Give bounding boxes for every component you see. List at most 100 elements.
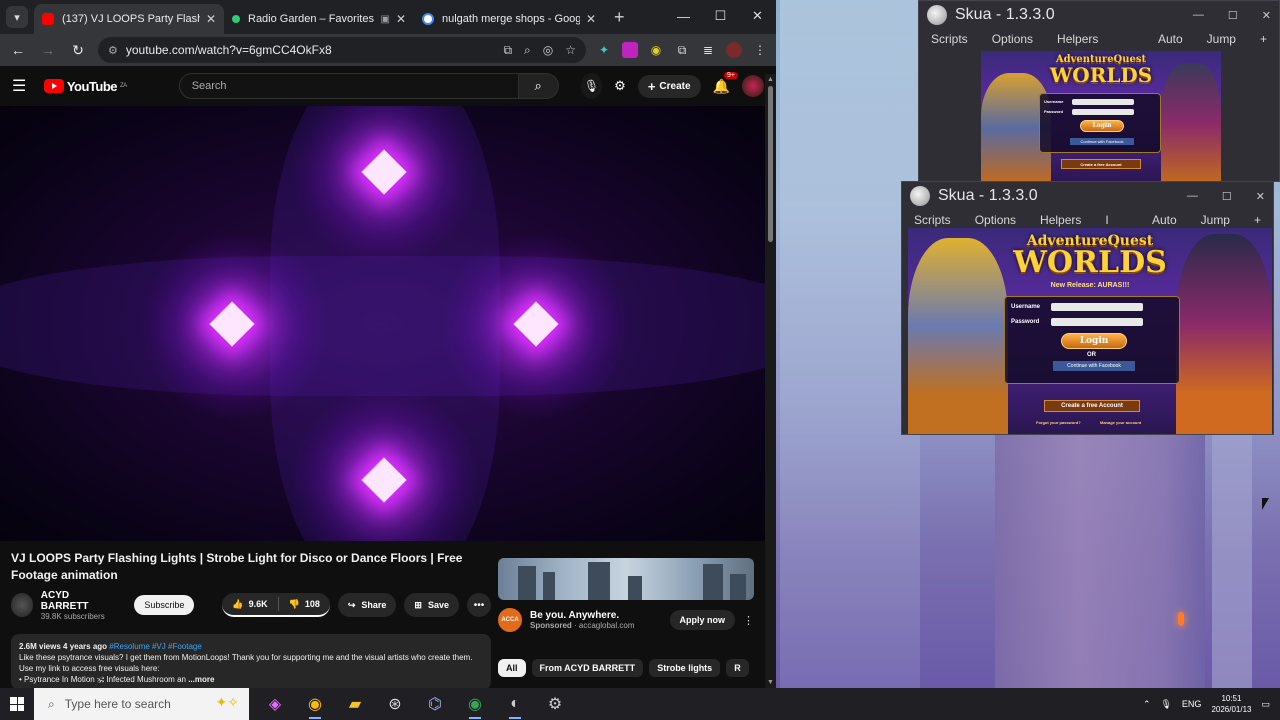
start-button[interactable] xyxy=(0,688,34,720)
skua-window-front[interactable]: Skua - 1.3.3.0 — ☐ ✕ Scripts Options Hel… xyxy=(901,181,1274,435)
settings-gear-icon[interactable]: ⚙ xyxy=(535,688,575,720)
extension-icon[interactable]: ✦ xyxy=(596,42,612,58)
search-input[interactable]: Search xyxy=(178,73,519,99)
close-tab-icon[interactable]: ✕ xyxy=(206,12,216,26)
steam-icon[interactable]: ⊛ xyxy=(375,688,415,720)
menu-add[interactable]: + xyxy=(1254,213,1261,227)
manage-account-link[interactable]: Manage your account xyxy=(1100,420,1141,425)
taskbar-search-box[interactable]: ⌕ Type here to search ✦✧ xyxy=(34,688,249,720)
username-field[interactable] xyxy=(1072,99,1134,105)
extension-icon[interactable] xyxy=(622,42,638,58)
zoom-icon[interactable]: ⌕ xyxy=(524,43,531,58)
maximize-icon[interactable]: ☐ xyxy=(702,0,739,32)
maximize-icon[interactable]: ☐ xyxy=(1222,190,1232,203)
ad-menu-kebab-icon[interactable]: ⋮ xyxy=(743,614,754,627)
facebook-login-button[interactable]: Continue with Facebook xyxy=(1070,138,1134,145)
menu-options[interactable]: Options xyxy=(992,32,1033,46)
tab-google[interactable]: nulgath merge shops - Google ✕ xyxy=(414,4,604,34)
like-button[interactable]: 👍 9.6K xyxy=(222,599,277,610)
create-button[interactable]: + Create xyxy=(637,74,701,98)
ad-banner-image[interactable] xyxy=(498,558,754,600)
bookmark-star-icon[interactable]: ☆ xyxy=(565,43,576,58)
menu-helpers[interactable]: Helpers xyxy=(1057,32,1098,46)
chip-related[interactable]: R xyxy=(726,659,749,677)
chrome-profile-icon[interactable]: ◉ xyxy=(455,688,495,720)
back-icon[interactable]: ← xyxy=(8,42,28,58)
apply-now-button[interactable]: Apply now xyxy=(669,610,735,630)
chip-from-channel[interactable]: From ACYD BARRETT xyxy=(531,659,644,677)
skua-window-back[interactable]: Skua - 1.3.3.0 — ☐ ✕ Scripts Options Hel… xyxy=(918,0,1280,182)
menu-jump[interactable]: Jump xyxy=(1207,32,1236,46)
notifications-button[interactable]: 🔔 9+ xyxy=(713,71,738,95)
address-bar[interactable]: ⚙ youtube.com/watch?v=6gmCC4OkFx8 ⧉ ⌕ ◎ … xyxy=(98,37,586,63)
hamburger-menu-icon[interactable]: ☰ xyxy=(12,76,32,96)
site-info-icon[interactable]: ⚙ xyxy=(108,44,118,57)
channel-name[interactable]: ACYD BARRETT xyxy=(41,590,113,612)
settings-gear-icon[interactable]: ⚙ xyxy=(614,78,626,94)
new-tab-icon[interactable]: + xyxy=(614,7,625,28)
page-scrollbar[interactable]: ▲ ▼ xyxy=(765,74,776,688)
skua-title-bar[interactable]: Skua - 1.3.3.0 — ☐ ✕ xyxy=(919,1,1279,29)
media-controls-icon[interactable]: ≣ xyxy=(700,42,716,58)
video-description[interactable]: 2.6M views 4 years ago #Resolume #VJ #Fo… xyxy=(11,634,491,688)
hashtags[interactable]: #Resolume #VJ #Footage xyxy=(109,642,202,651)
more-actions-button[interactable]: ••• xyxy=(467,593,491,617)
menu-kebab-icon[interactable]: ⋮ xyxy=(752,42,768,58)
chip-strobe-lights[interactable]: Strobe lights xyxy=(649,659,721,677)
menu-auto[interactable]: Auto xyxy=(1152,213,1177,227)
extensions-puzzle-icon[interactable]: ⧉ xyxy=(674,42,690,58)
chip-all[interactable]: All xyxy=(498,659,526,677)
sponsored-ad[interactable]: ACCA Be you. Anywhere. Sponsored · accag… xyxy=(498,558,754,640)
menu-jump[interactable]: Jump xyxy=(1201,213,1230,227)
close-tab-icon[interactable]: ✕ xyxy=(586,12,596,26)
minimize-icon[interactable]: — xyxy=(665,0,702,32)
password-field[interactable] xyxy=(1051,318,1143,326)
file-explorer-icon[interactable]: ▰ xyxy=(335,688,375,720)
facebook-login-button[interactable]: Continue with Facebook xyxy=(1053,361,1135,371)
minimize-icon[interactable]: — xyxy=(1193,9,1204,22)
extension-icon[interactable]: ◉ xyxy=(648,42,664,58)
menu-scripts[interactable]: Scripts xyxy=(914,213,951,227)
forgot-password-link[interactable]: Forgot your password? xyxy=(1036,420,1081,425)
password-field[interactable] xyxy=(1072,109,1134,115)
username-field[interactable] xyxy=(1051,303,1143,311)
scrollbar-thumb[interactable] xyxy=(768,86,773,242)
game-view[interactable]: AdventureQuest WORLDS Username Password … xyxy=(981,51,1221,181)
maximize-icon[interactable]: ☐ xyxy=(1228,9,1238,22)
login-button[interactable]: Login xyxy=(1061,333,1127,349)
share-button[interactable]: ↪ Share xyxy=(337,593,397,617)
menu-add[interactable]: + xyxy=(1260,32,1267,46)
login-button[interactable]: Login xyxy=(1080,120,1124,132)
dislike-button[interactable]: 👎 108 xyxy=(279,599,330,610)
tab-search-button[interactable]: ▾ xyxy=(6,6,28,28)
close-window-icon[interactable]: ✕ xyxy=(1262,9,1271,22)
skua-taskbar-icon[interactable]: ◐ xyxy=(495,688,535,720)
forward-icon[interactable]: → xyxy=(38,42,58,58)
create-account-button[interactable]: Create a free Account xyxy=(1044,400,1140,412)
save-button[interactable]: ⊞ Save xyxy=(404,593,459,617)
app-icon[interactable]: ⌬ xyxy=(415,688,455,720)
profile-icon[interactable] xyxy=(726,42,742,58)
minimize-icon[interactable]: — xyxy=(1187,190,1198,203)
microphone-icon[interactable]: 🎙 xyxy=(1160,699,1171,710)
copilot-icon[interactable]: ◈ xyxy=(255,688,295,720)
menu-options[interactable]: Options xyxy=(975,213,1016,227)
tab-radio-garden[interactable]: Radio Garden – Favorites ▣ ✕ xyxy=(224,4,414,34)
scroll-down-arrow-icon[interactable]: ▼ xyxy=(767,679,774,686)
menu-scripts[interactable]: Scripts xyxy=(931,32,968,46)
youtube-logo[interactable]: YouTube ZA xyxy=(43,79,127,94)
tracking-icon[interactable]: ◎ xyxy=(543,43,553,58)
close-window-icon[interactable]: ✕ xyxy=(1256,190,1265,203)
create-account-button[interactable]: Create a free Account xyxy=(1061,159,1141,169)
install-app-icon[interactable]: ⧉ xyxy=(503,43,512,58)
game-view[interactable]: AdventureQuest WORLDS New Release: AURAS… xyxy=(908,228,1272,434)
menu-truncated-item[interactable]: I xyxy=(1105,213,1108,227)
language-indicator[interactable]: ENG xyxy=(1182,699,1202,709)
notification-center-icon[interactable]: ▭ xyxy=(1261,699,1270,710)
video-player[interactable] xyxy=(0,106,765,541)
clock[interactable]: 10:51 2026/01/13 xyxy=(1211,693,1251,715)
close-tab-icon[interactable]: ✕ xyxy=(396,12,406,26)
reload-icon[interactable]: ↻ xyxy=(68,42,88,59)
chrome-taskbar-icon[interactable]: ◉ xyxy=(295,688,335,720)
chevron-up-icon[interactable]: ⌃ xyxy=(1143,699,1151,710)
